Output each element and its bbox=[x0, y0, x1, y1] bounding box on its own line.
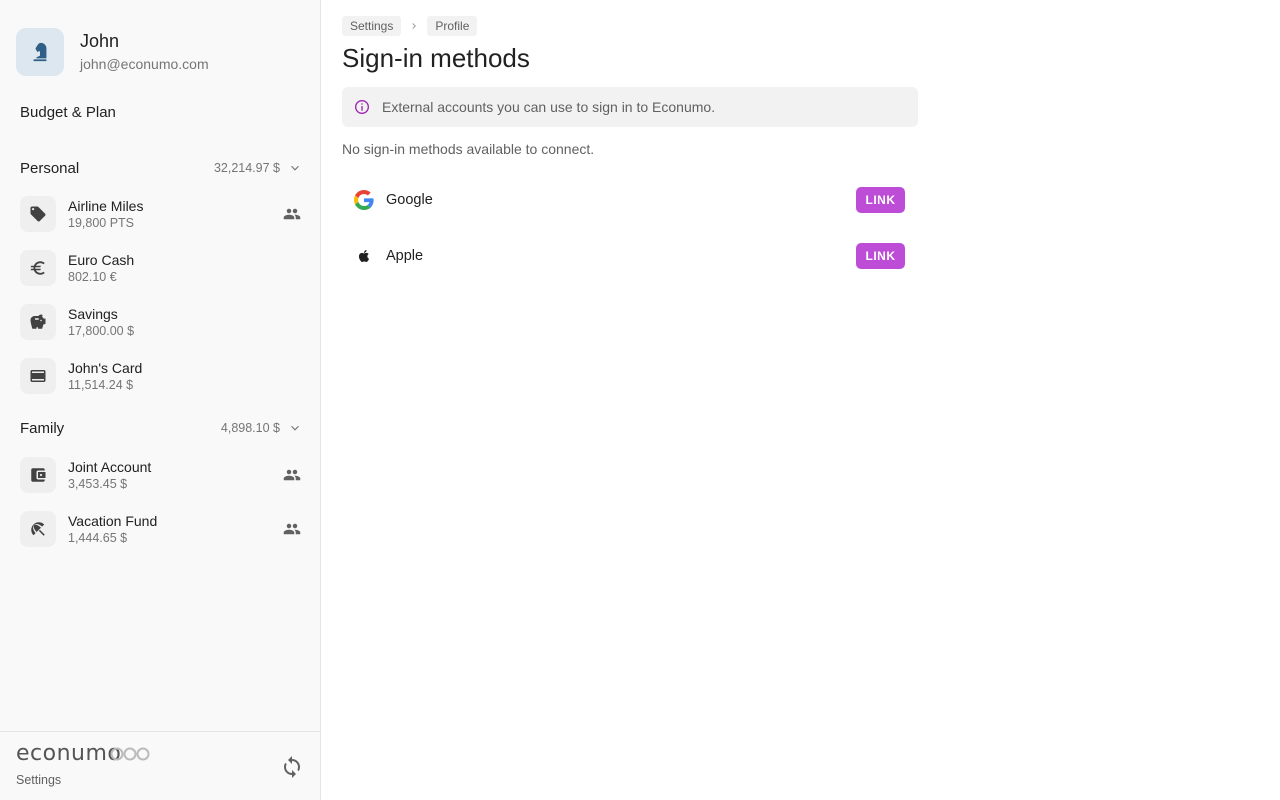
sidebar-footer: econumo Settings bbox=[0, 731, 320, 800]
group-header-family[interactable]: Family 4,898.10 $ bbox=[20, 417, 302, 439]
settings-link[interactable]: Settings bbox=[16, 773, 61, 787]
method-label: Google bbox=[386, 192, 433, 208]
account-name: Savings bbox=[68, 306, 118, 322]
method-label: Apple bbox=[386, 248, 424, 264]
chevron-down-icon[interactable] bbox=[288, 421, 302, 435]
piggy-bank-icon bbox=[30, 314, 46, 329]
account-item[interactable]: Vacation Fund 1,444.65 $ bbox=[20, 508, 302, 550]
user-profile[interactable]: John john@econumo.com bbox=[16, 28, 209, 76]
user-email: john@econumo.com bbox=[80, 56, 209, 72]
account-name: Vacation Fund bbox=[68, 513, 158, 529]
info-banner: External accounts you can use to sign in… bbox=[342, 87, 918, 127]
account-name: Airline Miles bbox=[68, 198, 144, 214]
breadcrumb-profile[interactable]: Profile bbox=[427, 16, 478, 36]
apple-icon bbox=[353, 245, 375, 267]
account-name: Joint Account bbox=[68, 459, 152, 475]
account-item[interactable]: Joint Account 3,453.45 $ bbox=[20, 454, 302, 496]
account-item[interactable]: John's Card 11,514.24 $ bbox=[20, 355, 302, 397]
sidebar: John john@econumo.com Budget & Plan Pers… bbox=[0, 0, 321, 800]
account-name: Euro Cash bbox=[68, 252, 135, 268]
sign-in-method-google: Google LINK bbox=[342, 180, 905, 220]
logo-rings-icon bbox=[110, 747, 150, 761]
account-balance: 1,444.65 $ bbox=[68, 531, 128, 545]
shared-users-icon bbox=[282, 519, 302, 539]
sign-in-method-apple: Apple LINK bbox=[342, 236, 905, 276]
logo-text: econumo bbox=[16, 741, 122, 766]
account-item[interactable]: Airline Miles 19,800 PTS bbox=[20, 193, 302, 235]
sync-icon bbox=[284, 756, 300, 778]
account-balance: 19,800 PTS bbox=[68, 216, 135, 230]
econumo-logo[interactable]: econumo bbox=[16, 741, 151, 766]
empty-state-text: No sign-in methods available to connect. bbox=[342, 141, 595, 157]
group-header-personal[interactable]: Personal 32,214.97 $ bbox=[20, 157, 302, 179]
group-name: Personal bbox=[20, 159, 80, 177]
shared-users-icon bbox=[282, 465, 302, 485]
avatar[interactable] bbox=[16, 28, 64, 76]
beach-umbrella-icon bbox=[31, 522, 45, 536]
shared-users-icon bbox=[282, 204, 302, 224]
link-google-button[interactable]: LINK bbox=[856, 187, 905, 213]
page-title: Sign-in methods bbox=[342, 43, 530, 73]
budget-plan-link[interactable]: Budget & Plan bbox=[20, 104, 116, 121]
link-apple-button[interactable]: LINK bbox=[856, 243, 905, 269]
credit-card-icon bbox=[30, 370, 46, 382]
sync-button[interactable] bbox=[279, 754, 305, 780]
group-name: Family bbox=[20, 419, 65, 437]
account-balance: 11,514.24 $ bbox=[68, 378, 134, 392]
user-name: John bbox=[80, 31, 120, 51]
tag-icon bbox=[30, 206, 46, 222]
breadcrumb: Settings Profile bbox=[342, 16, 918, 36]
main-content: Settings Profile Sign-in methods Externa… bbox=[342, 16, 918, 269]
account-name: John's Card bbox=[68, 360, 143, 376]
group-total: 32,214.97 $ bbox=[213, 161, 280, 175]
chess-knight-icon bbox=[33, 42, 47, 62]
euro-icon bbox=[30, 261, 45, 275]
account-item[interactable]: Euro Cash 802.10 € bbox=[20, 247, 302, 289]
account-balance: 17,800.00 $ bbox=[68, 324, 135, 338]
info-text: External accounts you can use to sign in… bbox=[382, 99, 716, 115]
group-total: 4,898.10 $ bbox=[220, 421, 280, 435]
chevron-right-icon bbox=[409, 21, 419, 31]
account-balance: 802.10 € bbox=[68, 270, 117, 284]
wallet-icon bbox=[31, 468, 46, 482]
account-item[interactable]: Savings 17,800.00 $ bbox=[20, 301, 302, 343]
account-balance: 3,453.45 $ bbox=[68, 477, 128, 491]
info-icon bbox=[355, 100, 369, 114]
breadcrumb-settings[interactable]: Settings bbox=[342, 16, 402, 36]
google-icon bbox=[353, 189, 375, 211]
chevron-down-icon[interactable] bbox=[288, 161, 302, 175]
